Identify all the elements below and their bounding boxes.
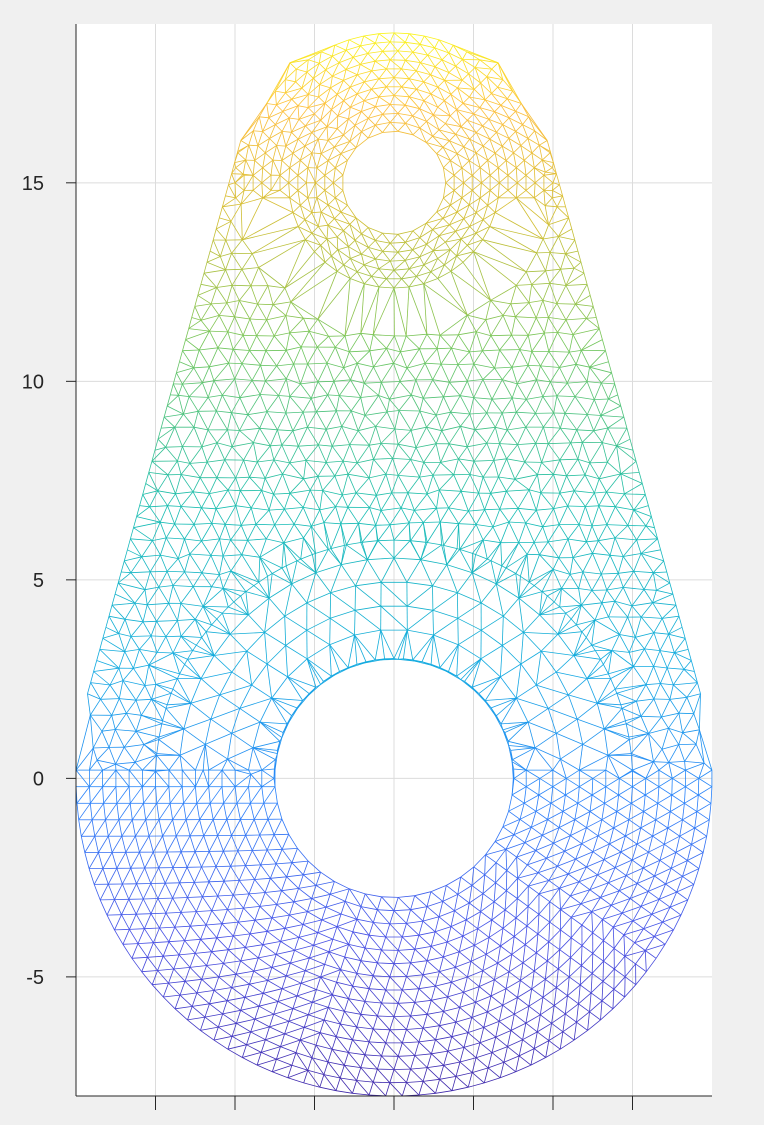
- mesh-edge: [390, 923, 407, 924]
- mesh-edge: [534, 542, 548, 543]
- mesh-edge: [143, 899, 158, 900]
- mesh-figure: 151050-5: [0, 0, 764, 1120]
- mesh-edge: [143, 621, 157, 622]
- mesh-edge: [679, 713, 694, 714]
- mesh-edge: [487, 443, 500, 444]
- mesh-plot: 151050-5: [0, 0, 764, 1120]
- mesh-edge: [252, 850, 267, 851]
- mesh-edge: [672, 778, 673, 795]
- mesh-edge: [399, 411, 420, 412]
- mesh-edge: [568, 506, 586, 507]
- mesh-edge: [330, 618, 331, 644]
- mesh-edge: [423, 522, 440, 523]
- mesh-edge: [249, 145, 258, 146]
- mesh-edge: [603, 961, 604, 981]
- mesh-edge: [496, 863, 497, 883]
- mesh-edge: [398, 659, 403, 660]
- mesh-edge: [136, 914, 151, 915]
- mesh-edge: [167, 571, 185, 572]
- mesh-edge: [679, 744, 696, 745]
- mesh-edge: [115, 929, 130, 930]
- mesh-edge: [122, 914, 137, 915]
- mesh-edge: [341, 523, 359, 524]
- mesh-edge: [376, 525, 390, 526]
- mesh-edge: [390, 60, 405, 61]
- mesh-edge: [458, 618, 459, 644]
- mesh-edge: [698, 778, 699, 795]
